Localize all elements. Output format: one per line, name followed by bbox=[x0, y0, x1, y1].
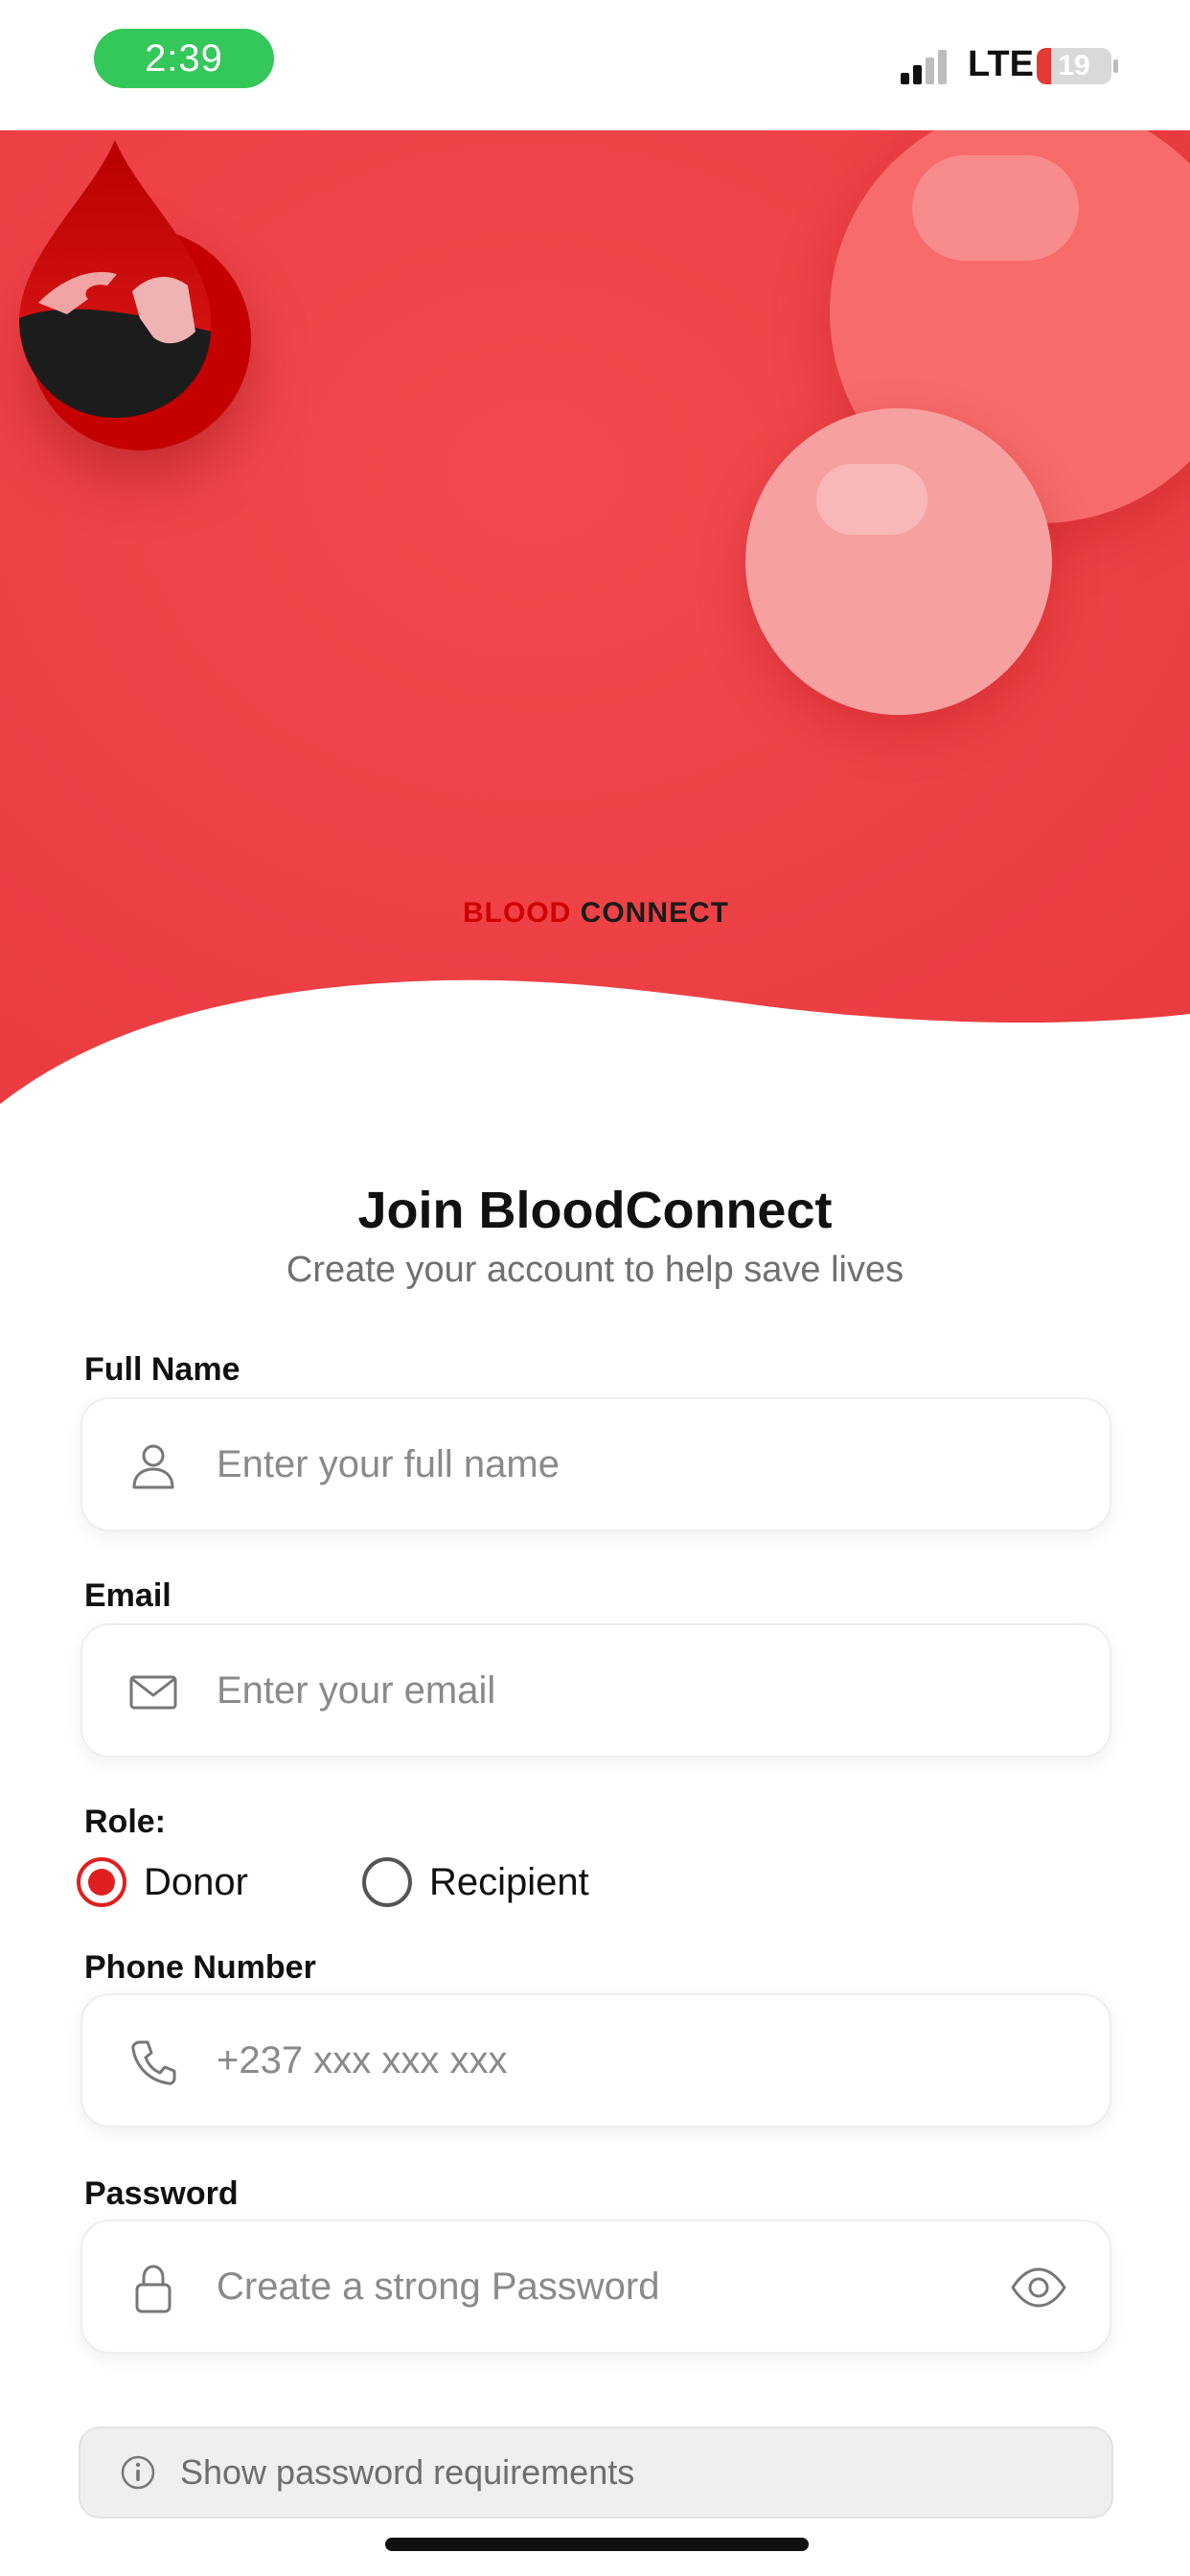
full-name-label: Full Name bbox=[84, 1351, 240, 1388]
phone-field[interactable] bbox=[80, 1993, 1111, 2128]
email-field[interactable] bbox=[80, 1623, 1111, 1758]
eye-icon[interactable] bbox=[1010, 2264, 1067, 2312]
mail-icon bbox=[129, 1675, 177, 1710]
password-requirements-toggle[interactable]: Show password requirements bbox=[79, 2426, 1113, 2518]
battery-icon: 19 bbox=[1037, 48, 1111, 84]
email-label: Email bbox=[84, 1577, 172, 1614]
phone-input[interactable] bbox=[217, 1995, 1002, 2126]
signup-screen: 2:39 LTE 19 BLOOD CONNECT Join BloodConn… bbox=[0, 0, 1190, 2576]
password-label: Password bbox=[84, 2175, 239, 2212]
email-input[interactable] bbox=[217, 1625, 1002, 1756]
brand-part-connect: CONNECT bbox=[580, 897, 729, 929]
full-name-field[interactable] bbox=[80, 1397, 1111, 1531]
role-option-label: Donor bbox=[144, 1860, 248, 1903]
decor-highlight bbox=[912, 155, 1079, 261]
role-radio-group: Donor Recipient bbox=[77, 1853, 747, 1911]
blood-drop-logo bbox=[19, 140, 211, 418]
page-title: Join BloodConnect bbox=[357, 1182, 833, 1239]
radio-unselected-icon[interactable] bbox=[362, 1857, 412, 1907]
hero-banner: BLOOD CONNECT bbox=[0, 130, 1190, 1127]
status-time: 2:39 bbox=[94, 29, 274, 88]
password-field[interactable] bbox=[80, 2220, 1111, 2354]
phone-icon bbox=[131, 2040, 176, 2085]
info-icon bbox=[121, 2455, 155, 2490]
signal-icon bbox=[901, 50, 947, 84]
brand-wordmark: BLOOD CONNECT bbox=[446, 897, 745, 930]
battery-percent: 19 bbox=[1058, 50, 1090, 81]
home-indicator[interactable] bbox=[385, 2538, 809, 2551]
decor-highlight bbox=[816, 464, 927, 535]
password-input[interactable] bbox=[217, 2221, 1002, 2352]
page-subtitle: Create your account to help save lives bbox=[286, 1250, 904, 1290]
radio-selected-icon[interactable] bbox=[77, 1857, 126, 1907]
brand-part-blood: BLOOD bbox=[462, 897, 581, 929]
password-requirements-label: Show password requirements bbox=[180, 2452, 635, 2492]
role-option-donor[interactable]: Donor bbox=[77, 1853, 248, 1911]
lock-icon bbox=[135, 2265, 172, 2313]
role-label: Role: bbox=[84, 1804, 166, 1840]
full-name-input[interactable] bbox=[217, 1399, 1002, 1530]
user-icon bbox=[132, 1444, 174, 1489]
network-type: LTE bbox=[968, 44, 1034, 84]
role-option-recipient[interactable]: Recipient bbox=[362, 1853, 589, 1911]
role-option-label: Recipient bbox=[429, 1860, 589, 1903]
battery-cap bbox=[1113, 59, 1118, 73]
status-bar: 2:39 LTE 19 bbox=[0, 0, 1190, 130]
decor-circle-light bbox=[745, 408, 1052, 715]
phone-label: Phone Number bbox=[84, 1949, 316, 1986]
